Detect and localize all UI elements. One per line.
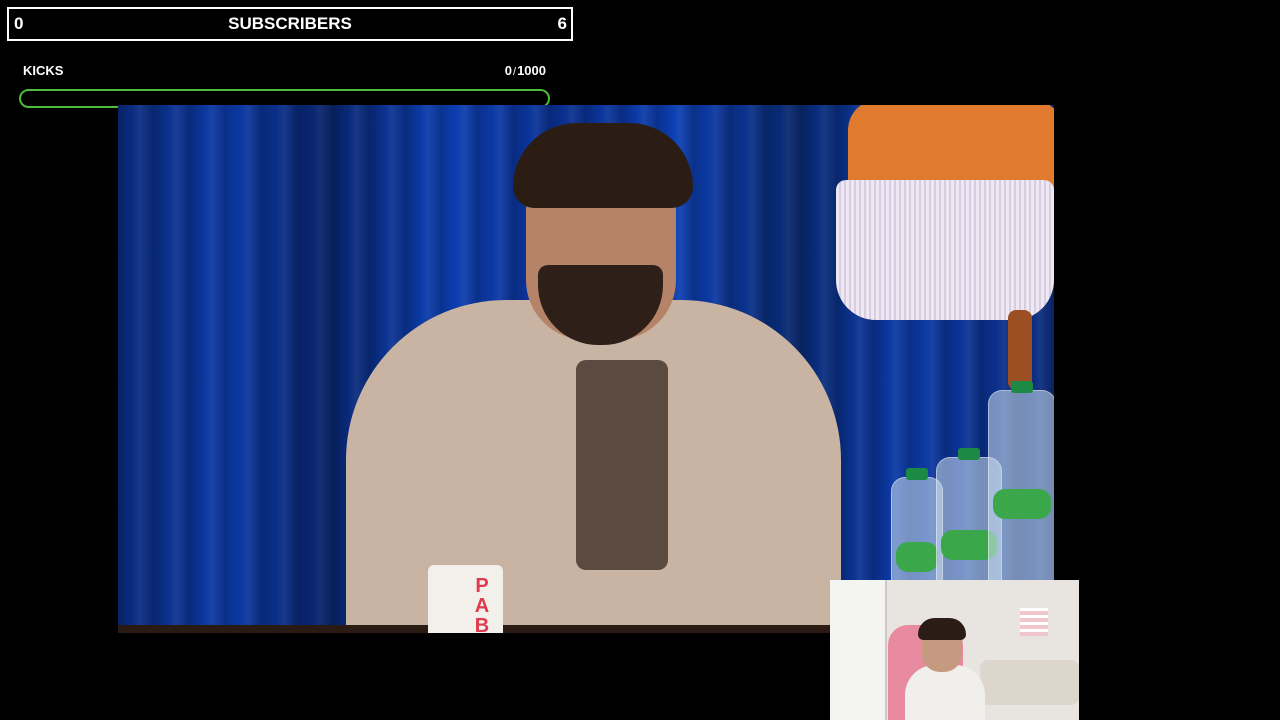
- kicks-count: 0/1000: [500, 63, 546, 78]
- stream-overlay: 0 SUBSCRIBERS 6 KICKS 0/1000 PAB: [0, 0, 1280, 720]
- guest-shirt: [576, 360, 668, 570]
- webcam-door: [830, 580, 887, 720]
- guest-hair: [513, 123, 693, 208]
- webcam-poster: [1020, 608, 1048, 636]
- kicks-current: 0: [504, 63, 513, 78]
- main-video: PAB: [118, 105, 1054, 633]
- kicks-label: KICKS: [23, 63, 64, 78]
- subscribers-goal-count: 6: [557, 14, 567, 33]
- lamp-fringe: [836, 180, 1054, 320]
- streamer-hair: [918, 618, 966, 640]
- coffee-cup-text: PAB: [471, 575, 493, 633]
- subscribers-current-count: 0: [14, 14, 24, 33]
- webcam-overlay: [830, 580, 1079, 720]
- subscribers-box: 0 SUBSCRIBERS 6: [7, 7, 573, 41]
- streamer-body: [905, 665, 985, 720]
- subscribers-title: SUBSCRIBERS: [228, 14, 352, 33]
- kicks-goal: 1000: [517, 63, 546, 78]
- lamp-pole: [1008, 310, 1032, 390]
- lamp-shade: [848, 105, 1054, 190]
- webcam-sofa: [980, 660, 1079, 705]
